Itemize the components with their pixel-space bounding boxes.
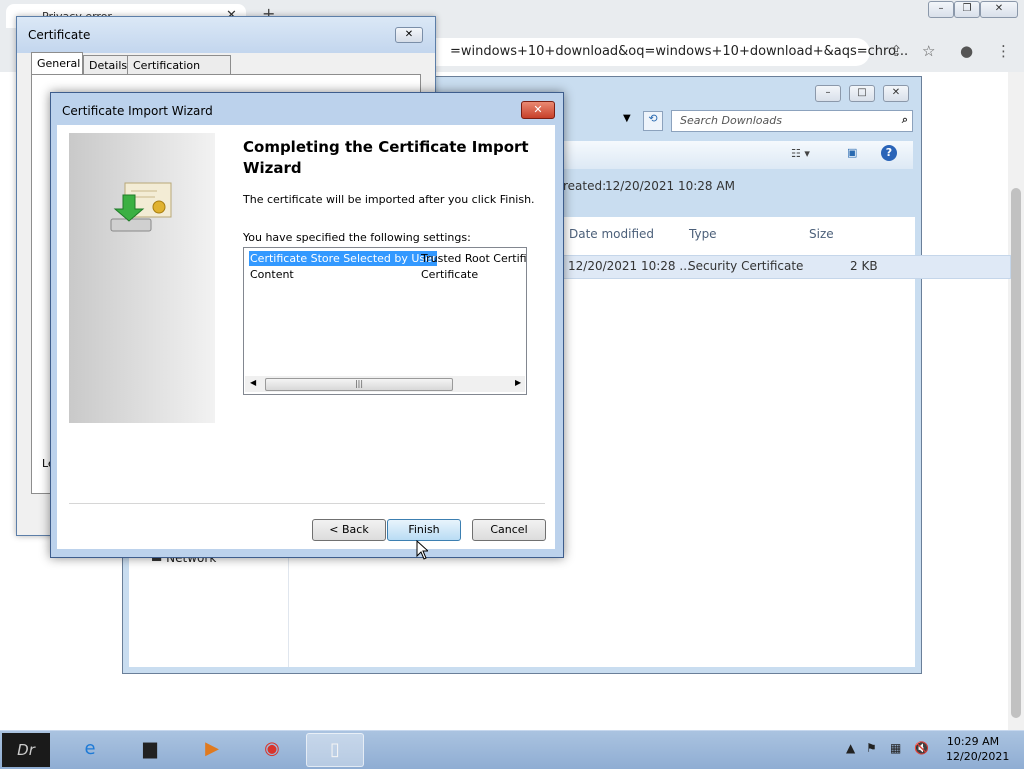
created-label: reated: — [563, 179, 607, 193]
wizard-separator — [69, 503, 545, 504]
volume-muted-icon[interactable]: 🔇 — [914, 741, 929, 755]
search-input[interactable]: Search Downloads ⌕ — [671, 110, 913, 132]
profile-icon[interactable]: ● — [960, 42, 973, 60]
start-button[interactable]: Dr — [2, 733, 50, 767]
wizard-body: Completing the Certificate Import Wizard… — [57, 125, 555, 549]
restore-button[interactable]: ❐ — [954, 1, 980, 18]
taskbar: Dr e ▆ ▶ ◉ ▯ ▲ ⚑ ▦ 🔇 10:29 AM 12/20/2021 — [0, 730, 1024, 769]
certificate-title: Certificate — [28, 28, 91, 42]
scrollbar-thumb[interactable] — [1011, 188, 1021, 718]
close-button[interactable]: ✕ — [980, 1, 1018, 18]
refresh-icon[interactable]: ⟲ — [643, 111, 663, 131]
setting-name-store[interactable]: Certificate Store Selected by User — [249, 251, 438, 266]
settings-horizontal-scrollbar[interactable]: ◀ ||| ▶ — [245, 376, 525, 392]
table-row[interactable]: 12/20/2021 10:28 ... Security Certificat… — [563, 255, 1011, 279]
tab-certification-path[interactable]: Certification Path — [127, 55, 231, 91]
setting-value-content: Certificate — [421, 268, 479, 281]
media-player-icon[interactable]: ▶ — [184, 733, 240, 765]
file-type: Security Certificate — [688, 259, 804, 273]
wizard-description: The certificate will be imported after y… — [243, 193, 535, 206]
certificate-import-icon — [110, 182, 172, 232]
wizard-close-button[interactable]: ✕ — [521, 101, 555, 119]
certificate-close-button[interactable]: ✕ — [395, 27, 423, 43]
wizard-side-banner — [69, 133, 215, 423]
share-icon[interactable]: ⇪ — [890, 42, 903, 60]
show-hidden-icons-icon[interactable]: ▲ — [846, 741, 855, 755]
bookmark-star-icon[interactable]: ☆ — [922, 42, 935, 60]
column-type[interactable]: Type — [689, 227, 717, 241]
network-tray-icon[interactable]: ▦ — [890, 741, 901, 755]
wizard-title: Certificate Import Wizard — [62, 104, 213, 118]
cancel-button[interactable]: Cancel — [472, 519, 546, 541]
preview-pane-icon[interactable]: ▣ — [847, 146, 857, 159]
certificate-titlebar: Certificate — [17, 17, 435, 53]
finish-button[interactable]: Finish — [387, 519, 461, 541]
clock-date: 12/20/2021 — [946, 750, 1010, 763]
column-size[interactable]: Size — [809, 227, 834, 241]
system-clock[interactable]: 10:29 AM 12/20/2021 — [946, 734, 1010, 764]
internet-explorer-icon[interactable]: e — [62, 733, 118, 765]
setting-value-store: Trusted Root Certifica — [421, 252, 527, 265]
page-scrollbar[interactable] — [1008, 72, 1024, 730]
scrollbar-thumb[interactable]: ||| — [265, 378, 453, 391]
scroll-right-icon[interactable]: ▶ — [515, 378, 521, 387]
menu-icon[interactable]: ⋮ — [996, 42, 1011, 60]
chrome-icon[interactable]: ◉ — [244, 733, 300, 765]
mouse-cursor-icon — [416, 540, 428, 560]
explorer-maximize-button[interactable]: □ — [849, 85, 875, 102]
clock-time: 10:29 AM — [946, 735, 1000, 748]
file-size: 2 KB — [850, 259, 878, 273]
help-icon[interactable]: ? — [881, 145, 897, 161]
search-placeholder: Search Downloads — [680, 114, 782, 127]
certificate-window-taskbar-icon[interactable]: ▯ — [306, 733, 364, 767]
search-icon: ⌕ — [901, 113, 908, 126]
address-text: =windows+10+download&oq=windows+10+downl… — [450, 44, 909, 59]
column-date-modified[interactable]: Date modified — [569, 227, 654, 241]
tab-details[interactable]: Details — [83, 55, 129, 75]
wizard-heading: Completing the Certificate Import Wizard — [243, 138, 529, 177]
tab-general[interactable]: General — [31, 52, 83, 76]
minimize-button[interactable]: – — [928, 1, 954, 18]
back-button[interactable]: < Back — [312, 519, 386, 541]
setting-name-content[interactable]: Content — [250, 268, 294, 281]
explorer-close-button[interactable]: ✕ — [883, 85, 909, 102]
wizard-settings-label: You have specified the following setting… — [243, 231, 471, 244]
created-value: 12/20/2021 10:28 AM — [605, 179, 735, 193]
dropdown-arrow-icon[interactable]: ▼ — [623, 113, 631, 124]
file-date: 12/20/2021 10:28 ... — [568, 259, 691, 273]
settings-list[interactable]: Certificate Store Selected by User Trust… — [243, 247, 527, 395]
views-icon[interactable]: ☷ ▾ — [791, 147, 810, 160]
import-wizard-dialog: Certificate Import Wizard ✕ Completing t… — [50, 92, 564, 558]
file-explorer-icon[interactable]: ▆ — [122, 733, 178, 765]
scroll-left-icon[interactable]: ◀ — [250, 378, 256, 387]
explorer-minimize-button[interactable]: – — [815, 85, 841, 102]
action-center-flag-icon[interactable]: ⚑ — [866, 741, 877, 755]
